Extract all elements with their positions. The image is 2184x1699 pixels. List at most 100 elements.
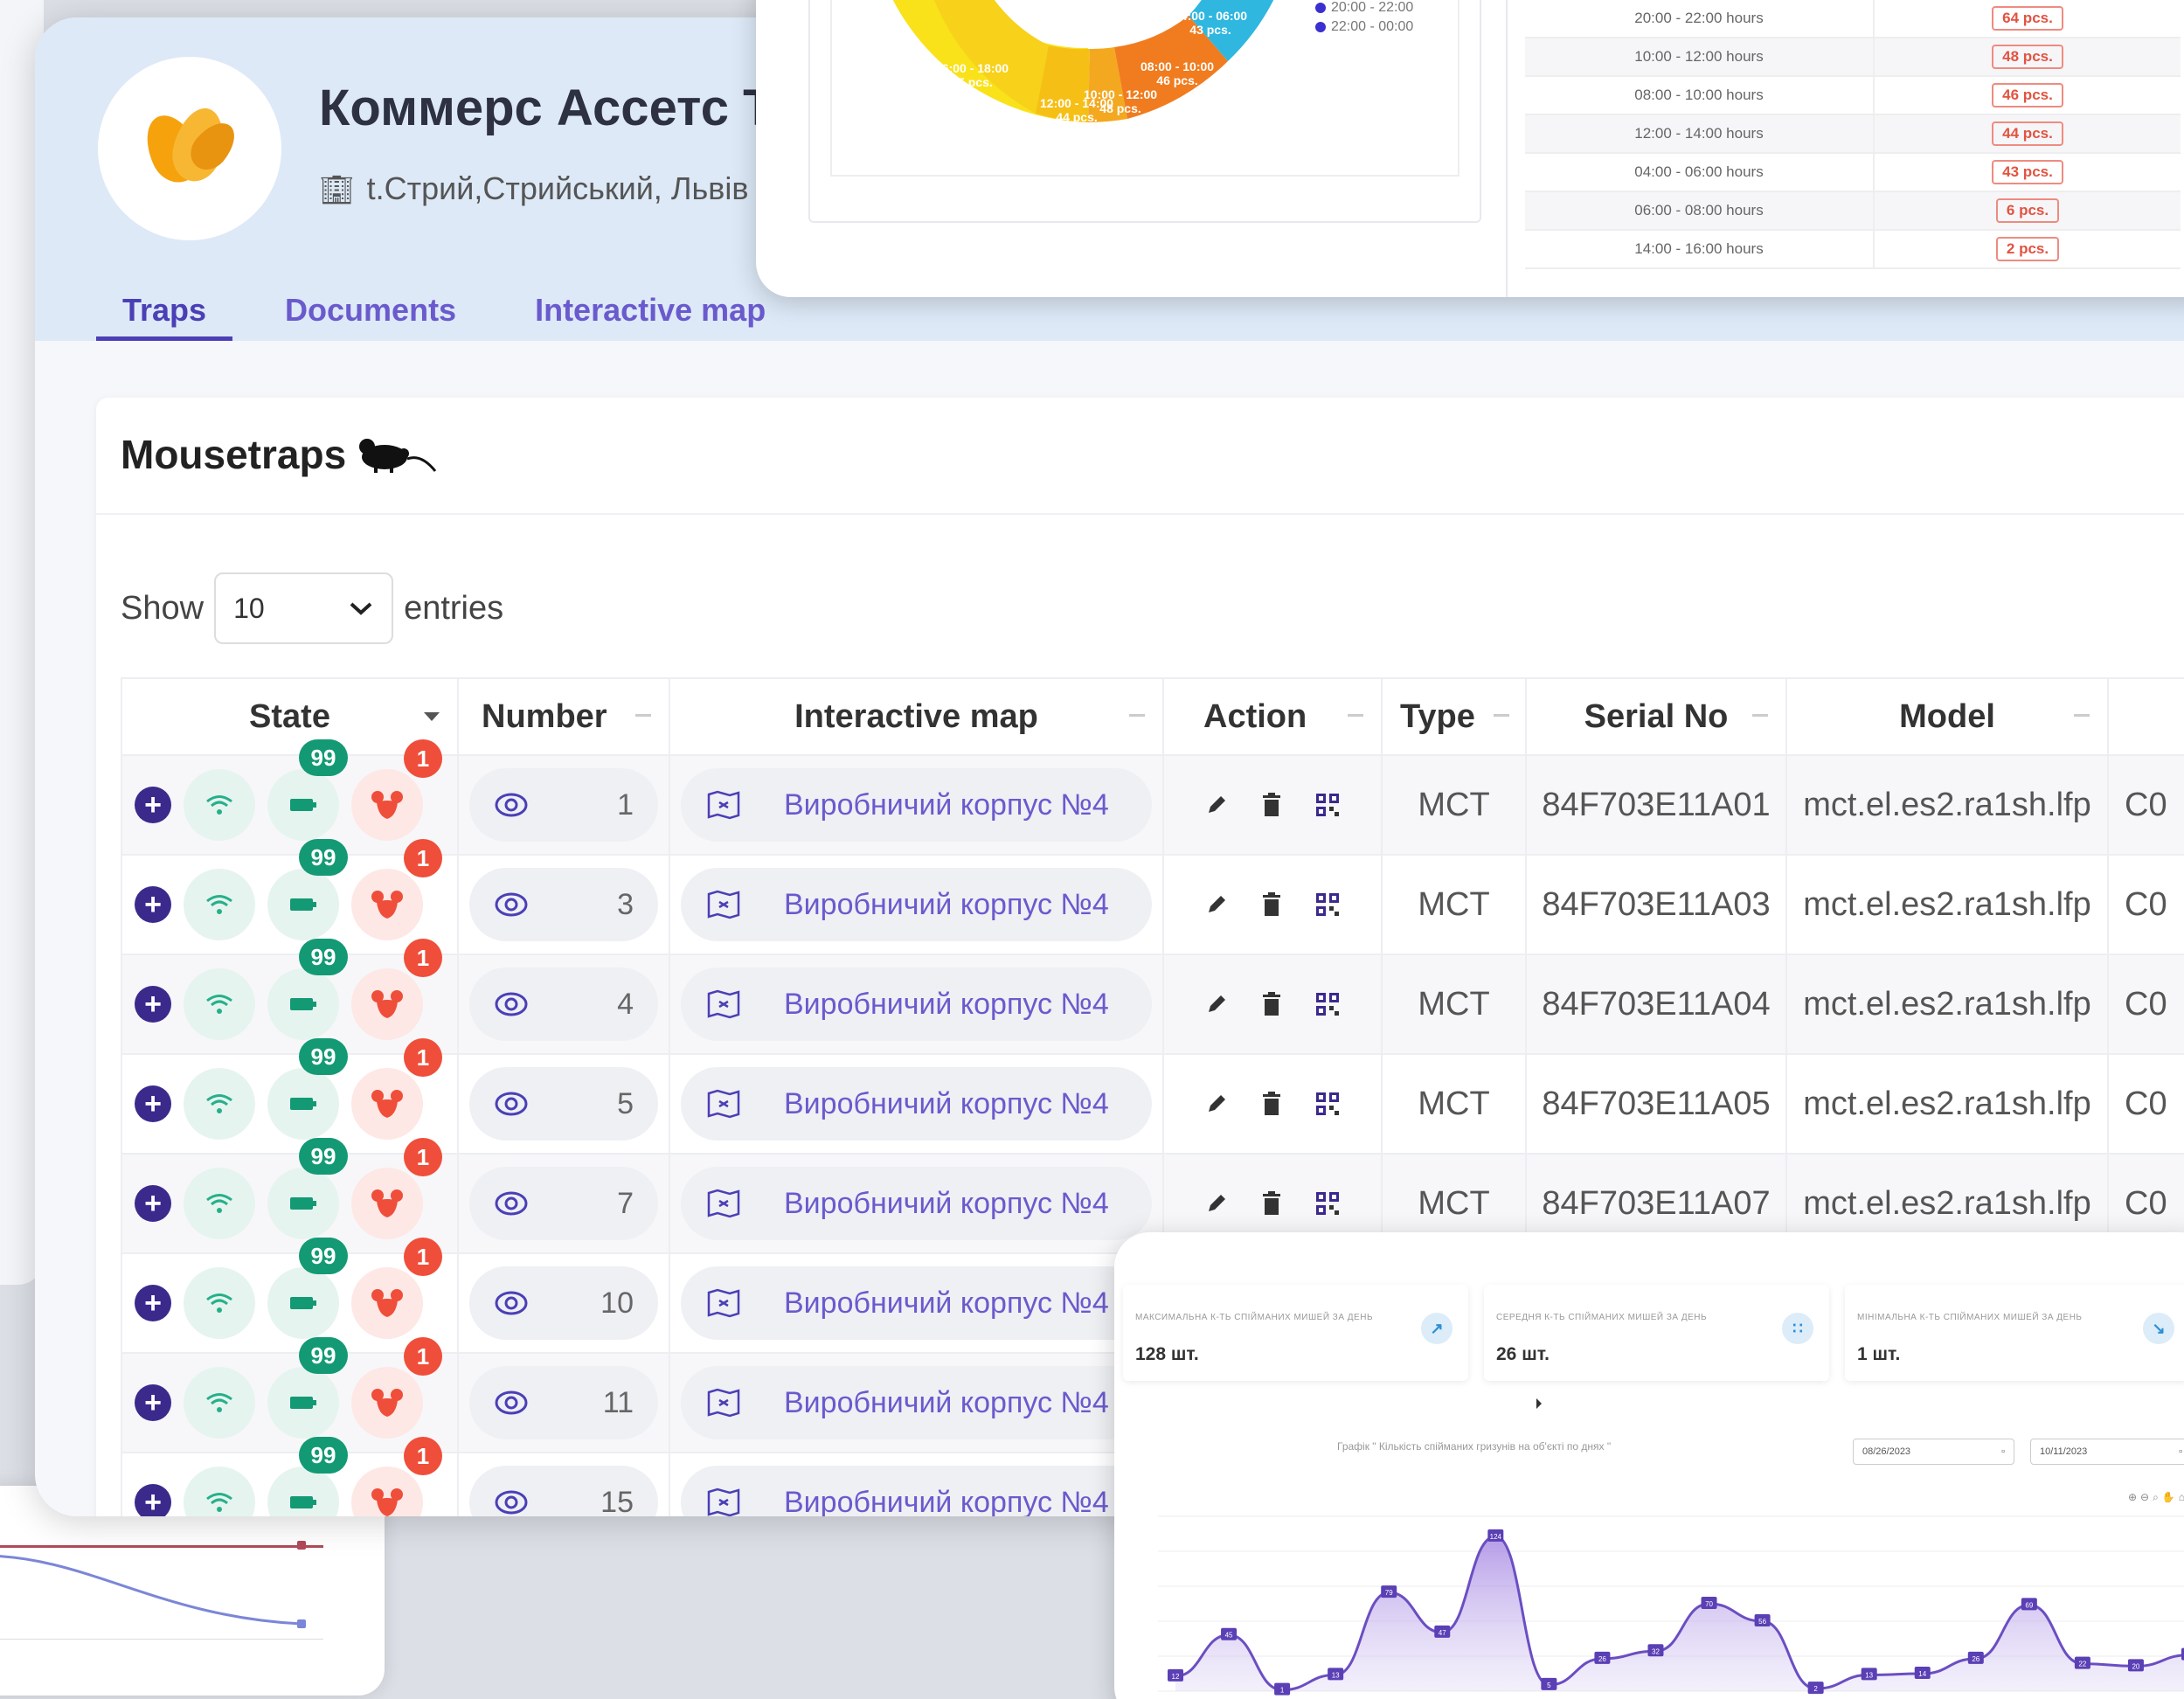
- wifi-status: [184, 1068, 255, 1140]
- edit-icon[interactable]: [1205, 794, 1228, 816]
- tab-documents[interactable]: Documents: [259, 271, 482, 341]
- trap-number: 7: [617, 1186, 634, 1220]
- number-pill[interactable]: 1: [469, 768, 658, 842]
- wifi-status: [184, 869, 255, 940]
- qr-code-icon[interactable]: [1315, 1092, 1340, 1116]
- data-label: 2: [1813, 1685, 1818, 1693]
- slice-label-value: 48 pcs.: [1099, 101, 1141, 116]
- header-extra: [2107, 677, 2184, 756]
- tab-interactive-map[interactable]: Interactive map: [509, 271, 792, 341]
- map-cell: Виробничий корпус №4: [669, 1453, 1163, 1516]
- map-link[interactable]: Виробничий корпус №4: [681, 967, 1152, 1041]
- number-pill[interactable]: 11: [469, 1366, 658, 1439]
- edit-icon[interactable]: [1205, 1192, 1228, 1215]
- trash-icon[interactable]: [1261, 1092, 1282, 1116]
- type-cell: MCT: [1381, 954, 1526, 1055]
- trash-icon[interactable]: [1261, 793, 1282, 817]
- expand-plus-icon[interactable]: +: [135, 787, 171, 823]
- header-interactive-map[interactable]: Interactive map: [669, 677, 1164, 756]
- slice-label-value: 95 pcs.: [951, 75, 993, 90]
- map-cell: Виробничий корпус №4: [669, 755, 1163, 856]
- map-link[interactable]: Виробничий корпус №4: [681, 1366, 1152, 1439]
- header-model[interactable]: Model: [1785, 677, 2109, 756]
- state-cell: + 99 1: [121, 1138, 458, 1254]
- map-link[interactable]: Виробничий корпус №4: [681, 768, 1152, 842]
- hours-row: 04:00 - 06:00 hours 43 pcs.: [1525, 154, 2181, 192]
- catch-badge: 1: [404, 1138, 442, 1176]
- number-pill[interactable]: 3: [469, 868, 658, 941]
- map-link[interactable]: Виробничий корпус №4: [681, 1167, 1152, 1240]
- entries-value: 10: [233, 592, 265, 624]
- legend-dot: [1315, 3, 1326, 13]
- number-pill[interactable]: 7: [469, 1167, 658, 1240]
- expand-plus-icon[interactable]: +: [135, 986, 171, 1023]
- expand-plus-icon[interactable]: +: [135, 886, 171, 923]
- map-link[interactable]: Виробничий корпус №4: [681, 1266, 1152, 1340]
- map-link[interactable]: Виробничий корпус №4: [681, 1067, 1152, 1141]
- wifi-status: [184, 1467, 255, 1516]
- data-label: 20: [2132, 1662, 2139, 1670]
- header-serial[interactable]: Serial No: [1525, 677, 1787, 756]
- slice-label-time: 04:00 - 06:00: [1174, 9, 1248, 23]
- sort-icon: [1494, 714, 1509, 717]
- trap-number: 10: [600, 1286, 634, 1320]
- slice-label: 04:00 - 06:00 43 pcs.: [1174, 9, 1247, 37]
- header-action-label: Action: [1203, 697, 1307, 735]
- catch-status: 1: [351, 1337, 442, 1439]
- number-pill[interactable]: 5: [469, 1067, 658, 1141]
- catch-status: 1: [351, 1437, 442, 1516]
- edit-icon[interactable]: [1205, 893, 1228, 916]
- hours-row: 14:00 - 16:00 hours 2 pcs.: [1525, 231, 2181, 269]
- trash-icon[interactable]: [1261, 992, 1282, 1016]
- company-logo: [98, 57, 281, 240]
- expand-plus-icon[interactable]: +: [135, 1285, 171, 1321]
- catch-status: 1: [351, 1238, 442, 1339]
- expand-plus-icon[interactable]: +: [135, 1384, 171, 1421]
- expand-plus-icon[interactable]: +: [135, 1085, 171, 1122]
- tab-traps[interactable]: Traps: [96, 271, 233, 341]
- data-label: 22: [2078, 1661, 2086, 1668]
- qr-code-icon[interactable]: [1315, 992, 1340, 1016]
- hours-label: 04:00 - 06:00 hours: [1525, 154, 1875, 191]
- legend-item: 22:00 - 00:00: [1315, 19, 1413, 35]
- sort-icon: [1752, 714, 1768, 717]
- action-cell: [1162, 855, 1382, 955]
- model-cell: mct.el.es2.ra1sh.lfp: [1785, 855, 2108, 955]
- battery-status: 99: [267, 839, 348, 940]
- battery-status: 99: [267, 1238, 348, 1339]
- header-state[interactable]: State: [121, 677, 459, 756]
- mouse-head-icon: [371, 1488, 403, 1516]
- data-label: 56: [1758, 1618, 1766, 1626]
- state-cell: + 99 1: [121, 739, 458, 856]
- entries-label: entries: [404, 589, 504, 627]
- serial-cell: 84F703E11A03: [1525, 855, 1786, 955]
- extra-cell: C0: [2107, 954, 2184, 1055]
- count-cell: 43 pcs.: [1875, 160, 2181, 184]
- map-link[interactable]: Виробничий корпус №4: [681, 1466, 1152, 1516]
- map-link[interactable]: Виробничий корпус №4: [681, 868, 1152, 941]
- slice-label-time: 16:00 - 18:00: [935, 61, 1009, 75]
- qr-code-icon[interactable]: [1315, 1191, 1340, 1216]
- count-badge: 46 pcs.: [1992, 83, 2063, 107]
- expand-plus-icon[interactable]: +: [135, 1185, 171, 1222]
- catch-status: 1: [351, 739, 442, 841]
- header-type[interactable]: Type: [1381, 677, 1527, 756]
- slice-label: 16:00 - 18:00 95 pcs.: [935, 61, 1009, 89]
- qr-code-icon[interactable]: [1315, 892, 1340, 917]
- header-action[interactable]: Action: [1162, 677, 1383, 756]
- number-pill[interactable]: 4: [469, 967, 658, 1041]
- edit-icon[interactable]: [1205, 1092, 1228, 1115]
- number-pill[interactable]: 10: [469, 1266, 658, 1340]
- wifi-icon: [206, 1393, 232, 1412]
- entries-select[interactable]: 10: [214, 572, 394, 644]
- qr-code-icon[interactable]: [1315, 793, 1340, 817]
- expand-plus-icon[interactable]: +: [135, 1484, 171, 1516]
- edit-icon[interactable]: [1205, 993, 1228, 1016]
- type-cell: MCT: [1381, 855, 1526, 955]
- number-pill[interactable]: 15: [469, 1466, 658, 1516]
- trash-icon[interactable]: [1261, 892, 1282, 917]
- header-number[interactable]: Number: [457, 677, 670, 756]
- battery-status: 99: [267, 1138, 348, 1239]
- map-icon: [707, 1388, 740, 1418]
- trash-icon[interactable]: [1261, 1191, 1282, 1216]
